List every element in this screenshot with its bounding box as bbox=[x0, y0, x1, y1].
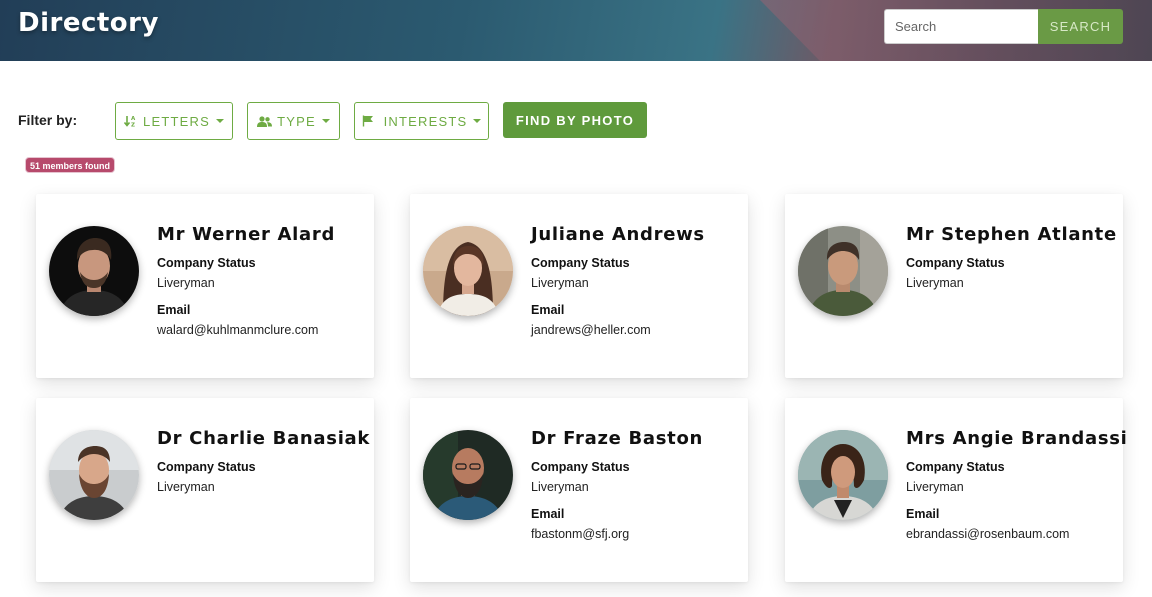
page-title: Directory bbox=[18, 8, 159, 38]
letters-filter-button[interactable]: A Z LETTERS bbox=[115, 102, 233, 140]
email-link[interactable]: ebrandassi@rosenbaum.com bbox=[906, 527, 1069, 541]
svg-text:Z: Z bbox=[131, 123, 136, 128]
filter-label: Filter by: bbox=[18, 112, 78, 128]
member-card[interactable]: Mr Stephen Atlante Company Status Livery… bbox=[785, 194, 1123, 378]
company-status-label: Company Status bbox=[906, 256, 1005, 270]
flag-icon bbox=[362, 115, 373, 127]
type-filter-label: TYPE bbox=[277, 113, 316, 129]
search-input[interactable] bbox=[884, 9, 1038, 44]
chevron-down-icon bbox=[473, 119, 482, 123]
email-link[interactable]: fbastonm@sfj.org bbox=[531, 527, 629, 541]
company-status-label: Company Status bbox=[906, 460, 1005, 474]
company-status-label: Company Status bbox=[531, 460, 630, 474]
members-count-badge: 51 members found bbox=[25, 157, 116, 173]
email-label: Email bbox=[531, 303, 565, 317]
email-link[interactable]: walard@kuhlmanmclure.com bbox=[157, 323, 318, 337]
page-header: Directory SEARCH bbox=[0, 0, 1152, 61]
member-name: Juliane Andrews bbox=[531, 224, 705, 245]
company-status-value: Liveryman bbox=[157, 276, 215, 290]
company-status-label: Company Status bbox=[157, 256, 256, 270]
member-card[interactable]: Juliane Andrews Company Status Liveryman… bbox=[410, 194, 748, 378]
member-card[interactable]: Dr Charlie Banasiak Company Status Liver… bbox=[36, 398, 374, 582]
company-status-label: Company Status bbox=[531, 256, 630, 270]
letters-filter-label: LETTERS bbox=[143, 113, 210, 129]
member-avatar bbox=[49, 430, 139, 520]
member-name: Mr Stephen Atlante bbox=[906, 224, 1117, 245]
member-card[interactable]: Dr Fraze Baston Company Status Liveryman… bbox=[410, 398, 748, 582]
member-avatar bbox=[423, 226, 513, 316]
sort-icon: A Z bbox=[124, 116, 136, 128]
chevron-down-icon bbox=[321, 119, 330, 123]
chevron-down-icon bbox=[215, 119, 224, 123]
member-name: Dr Fraze Baston bbox=[531, 428, 704, 449]
member-name: Mrs Angie Brandassi bbox=[906, 428, 1128, 449]
email-label: Email bbox=[157, 303, 191, 317]
company-status-value: Liveryman bbox=[531, 480, 589, 494]
member-avatar bbox=[798, 226, 888, 316]
company-status-value: Liveryman bbox=[906, 276, 964, 290]
member-avatar bbox=[423, 430, 513, 520]
interests-filter-button[interactable]: INTERESTS bbox=[354, 102, 489, 140]
member-card[interactable]: Mrs Angie Brandassi Company Status Liver… bbox=[785, 398, 1127, 582]
company-status-value: Liveryman bbox=[157, 480, 215, 494]
email-label: Email bbox=[531, 507, 565, 521]
member-card[interactable]: Mr Werner Alard Company Status Liveryman… bbox=[36, 194, 374, 378]
member-name: Dr Charlie Banasiak bbox=[157, 428, 371, 449]
member-name: Mr Werner Alard bbox=[157, 224, 336, 245]
type-filter-button[interactable]: TYPE bbox=[247, 102, 340, 140]
users-icon bbox=[257, 115, 273, 127]
company-status-value: Liveryman bbox=[906, 480, 964, 494]
company-status-label: Company Status bbox=[157, 460, 256, 474]
find-by-photo-button[interactable]: FIND BY PHOTO bbox=[503, 102, 647, 138]
email-label: Email bbox=[906, 507, 940, 521]
member-avatar bbox=[49, 226, 139, 316]
interests-filter-label: INTERESTS bbox=[383, 113, 468, 129]
member-avatar bbox=[798, 430, 888, 520]
company-status-value: Liveryman bbox=[531, 276, 589, 290]
email-link[interactable]: jandrews@heller.com bbox=[531, 323, 651, 337]
search-button[interactable]: SEARCH bbox=[1038, 9, 1123, 44]
svg-text:A: A bbox=[131, 116, 136, 122]
